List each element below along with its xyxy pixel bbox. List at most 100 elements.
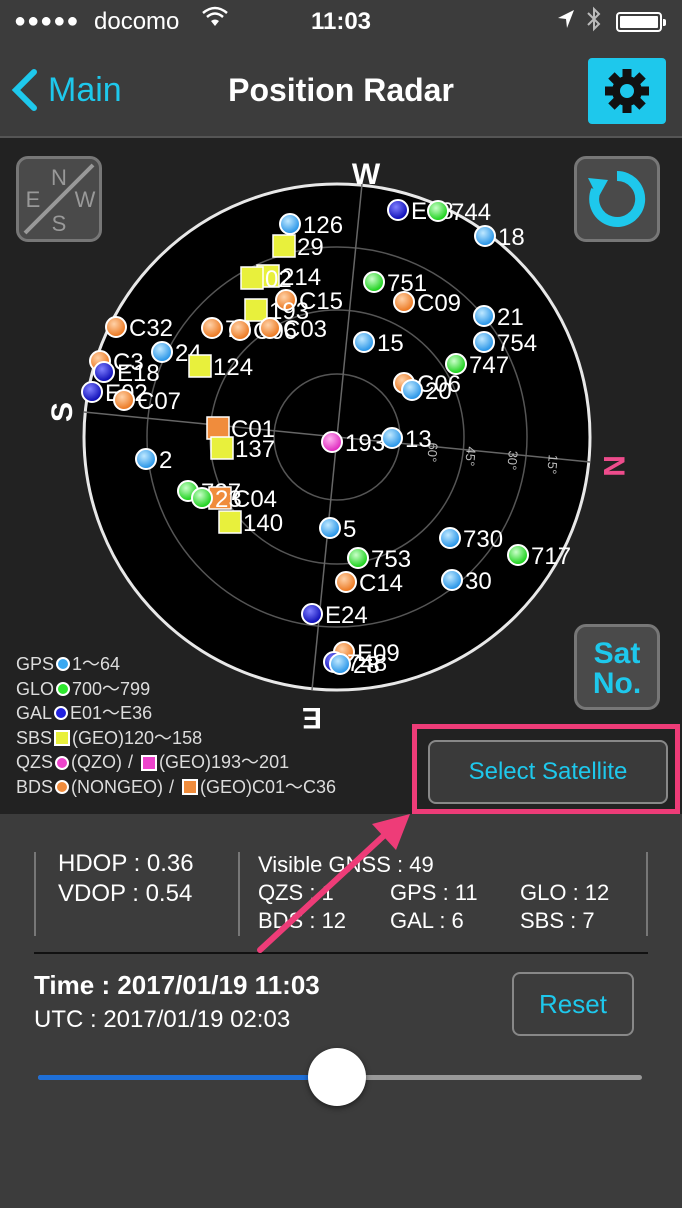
satellite-marker-gps[interactable] — [473, 305, 495, 327]
satellite-marker-gps[interactable] — [439, 527, 461, 549]
satellite-marker-bds_geo[interactable] — [206, 416, 230, 440]
satellite-label: 193 — [345, 430, 385, 457]
reset-button[interactable]: Reset — [512, 972, 634, 1036]
satellite-marker-bds[interactable] — [105, 316, 127, 338]
satellite-label: C09 — [417, 290, 461, 317]
direction-label-left: S — [46, 402, 79, 422]
satellite-marker-bds[interactable] — [393, 291, 415, 313]
qzs-qzo-marker-icon — [55, 755, 70, 770]
satellite-label: 30 — [465, 568, 492, 595]
satno-label-line1: Sat — [593, 637, 641, 670]
satellite-marker-gps[interactable] — [135, 448, 157, 470]
status-bar: ●●●●● docomo 11:03 — [0, 0, 682, 44]
satellite-marker-gal[interactable] — [301, 603, 323, 625]
satellite-marker-gps[interactable] — [353, 331, 375, 353]
satellite-marker-gps[interactable] — [279, 213, 301, 235]
satellite-marker-bds[interactable] — [259, 317, 281, 339]
satellite-label: 02 — [265, 266, 292, 293]
legend-glo: GLO 700〜799 — [16, 678, 151, 699]
satellite-label: 21 — [497, 304, 524, 331]
direction-label-top: W — [352, 158, 381, 191]
pointer-arrow-annotation — [257, 814, 410, 953]
satellite-label: 137 — [235, 436, 275, 463]
satellite-marker-bds[interactable] — [229, 319, 251, 341]
bds-nongeo-marker-icon — [55, 780, 70, 795]
satellite-marker-bds[interactable] — [335, 571, 357, 593]
satellite-label: 18 — [498, 224, 525, 251]
satellite-marker-qzs[interactable] — [321, 431, 343, 453]
satellite-marker-gps[interactable] — [401, 379, 423, 401]
direction-label-right: N — [597, 455, 630, 477]
time-slider-fill — [38, 1075, 340, 1080]
satellite-label: 744 — [451, 199, 491, 226]
compass-orientation-button[interactable]: N E S W — [16, 156, 102, 242]
legend-gal: GAL E01〜E36 — [16, 703, 153, 724]
satellite-legend: GPS 1〜64 GLO 700〜799 GAL E01〜E36 SBS (GE… — [16, 652, 336, 800]
satellite-label: 28 — [353, 652, 380, 679]
satellite-marker-glo[interactable] — [427, 200, 449, 222]
refresh-icon — [588, 170, 646, 227]
refresh-button[interactable] — [574, 156, 660, 242]
satellite-label: C07 — [137, 388, 181, 415]
satellite-marker-glo[interactable] — [347, 547, 369, 569]
satellite-label: 717 — [531, 543, 571, 570]
elevation-label: 30° — [504, 450, 521, 471]
vdop-value: VDOP : 0.54 — [58, 880, 193, 907]
satellite-label: 2 — [159, 447, 172, 474]
satellite-marker-sbs[interactable] — [240, 266, 264, 290]
gear-icon — [605, 69, 649, 113]
sbs-marker-icon — [54, 730, 71, 747]
satellite-marker-gal[interactable] — [81, 381, 103, 403]
satellite-marker-glo[interactable] — [363, 271, 385, 293]
satellite-marker-gps[interactable] — [151, 341, 173, 363]
bds-geo-marker-icon — [182, 779, 199, 796]
legend-bds: BDS (NONGEO) / (GEO)C01〜C36 — [16, 776, 337, 797]
satellite-label: 140 — [243, 510, 283, 537]
satellite-marker-bds[interactable] — [113, 389, 135, 411]
satellite-marker-gps[interactable] — [473, 331, 495, 353]
satellite-label: 753 — [371, 546, 411, 573]
settings-button[interactable] — [588, 58, 666, 124]
compass-rotate-icon: N E S W — [23, 163, 96, 236]
svg-text:N: N — [51, 165, 67, 190]
satellite-label: 124 — [213, 354, 253, 381]
satellite-marker-gps[interactable] — [319, 517, 341, 539]
highlight-annotation-box — [412, 724, 680, 814]
svg-text:E: E — [26, 187, 41, 212]
satellite-marker-glo[interactable] — [507, 544, 529, 566]
satellite-label: 5 — [343, 516, 356, 543]
satellite-number-toggle-button[interactable]: Sat No. — [574, 624, 660, 710]
divider — [34, 852, 36, 936]
satellite-label: C32 — [129, 315, 173, 342]
satellite-marker-gps[interactable] — [381, 427, 403, 449]
satellite-label: 730 — [463, 526, 503, 553]
satellite-marker-gps[interactable] — [474, 225, 496, 247]
satellite-marker-gal[interactable] — [387, 199, 409, 221]
satellite-label: 15 — [377, 330, 404, 357]
satellite-label: 747 — [469, 352, 509, 379]
legend-qzs: QZS (QZO) / (GEO)193〜201 — [16, 752, 290, 773]
status-time: 11:03 — [310, 8, 372, 35]
battery-icon — [616, 12, 666, 32]
satellite-marker-gps[interactable] — [441, 569, 463, 591]
satellite-label: 23 — [215, 486, 242, 513]
sbs-count: SBS : 7 — [520, 908, 595, 933]
satellite-marker-sbs[interactable] — [188, 354, 212, 378]
satellite-marker-sbs[interactable] — [272, 234, 296, 258]
local-time-label: Time : 2017/01/19 11:03 — [34, 970, 320, 1000]
elevation-label: 15° — [544, 454, 561, 475]
glo-marker-icon — [56, 681, 71, 696]
time-slider-thumb[interactable] — [308, 1048, 366, 1106]
utc-time-label: UTC : 2017/01/19 02:03 — [34, 1006, 291, 1033]
satellite-marker-sbs[interactable] — [210, 436, 234, 460]
svg-text:W: W — [75, 187, 96, 212]
navigation-bar: Main Position Radar — [0, 44, 682, 138]
page-title: Position Radar — [228, 72, 454, 108]
satellite-marker-sbs[interactable] — [218, 510, 242, 534]
bluetooth-icon — [586, 6, 602, 38]
qzs-geo-marker-icon — [141, 754, 158, 771]
satellite-marker-gal[interactable] — [93, 361, 115, 383]
satellite-marker-glo[interactable] — [191, 487, 213, 509]
satellite-marker-bds[interactable] — [201, 317, 223, 339]
satellite-label: C03 — [283, 316, 327, 343]
